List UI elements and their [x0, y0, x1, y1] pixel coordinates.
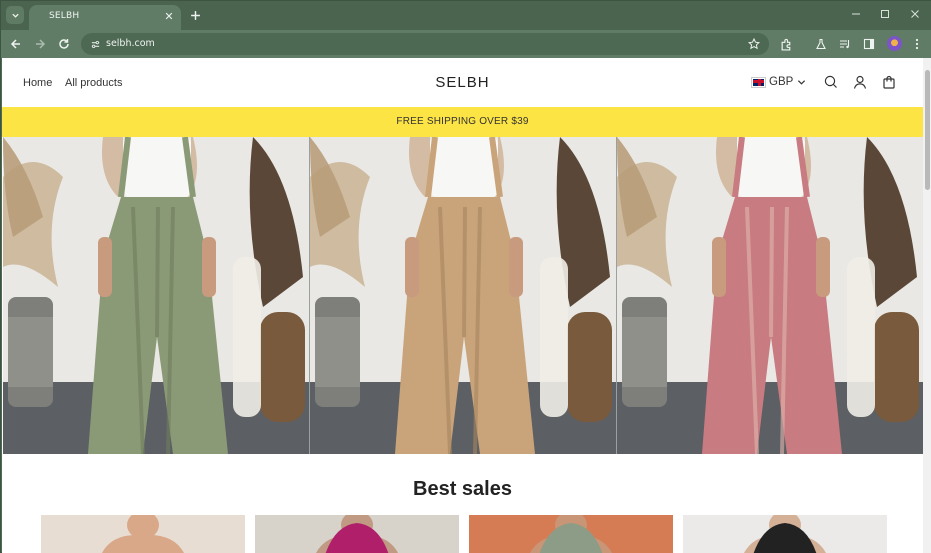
site-info-icon[interactable]	[88, 37, 102, 51]
product-card[interactable]	[41, 515, 245, 553]
page-viewport: Home All products SELBH GBP FREE SHIPPIN…	[2, 58, 923, 553]
more-menu-icon[interactable]	[909, 36, 925, 52]
bookmark-star-icon[interactable]	[746, 36, 761, 51]
plus-icon	[190, 10, 200, 20]
forward-icon[interactable]	[32, 36, 48, 52]
address-bar[interactable]: selbh.com	[81, 33, 769, 55]
site-header: Home All products SELBH GBP	[2, 58, 923, 107]
extensions-icon[interactable]	[778, 36, 794, 52]
reload-icon[interactable]	[56, 36, 72, 52]
search-icon[interactable]	[823, 74, 839, 90]
product-card[interactable]	[255, 515, 459, 553]
profile-avatar-icon[interactable]	[887, 36, 902, 51]
url-text: selbh.com	[106, 38, 155, 49]
hero-image-tan-overalls	[310, 137, 617, 454]
close-tab-icon[interactable]: ✕	[162, 9, 176, 23]
tab-title: SELBH	[49, 11, 80, 21]
minimize-icon[interactable]	[849, 7, 863, 21]
new-tab-button[interactable]	[187, 7, 203, 23]
product-card[interactable]	[683, 515, 887, 553]
hero-image-pink-overalls	[617, 137, 923, 454]
chevron-down-icon	[798, 79, 806, 85]
product-card[interactable]	[469, 515, 673, 553]
best-sales-heading: Best sales	[413, 478, 512, 500]
tab-search-button[interactable]	[6, 6, 24, 24]
page-scrollbar[interactable]	[923, 58, 931, 553]
browser-window: SELBH ✕ selbh.com Home All products SELB…	[0, 0, 931, 553]
maximize-icon[interactable]	[878, 7, 892, 21]
tab-active[interactable]: SELBH ✕	[29, 5, 181, 30]
currency-selector[interactable]: GBP	[751, 76, 806, 88]
tab-strip: SELBH ✕	[1, 1, 931, 30]
back-icon[interactable]	[8, 36, 24, 52]
browser-toolbar: selbh.com	[1, 30, 931, 58]
uk-flag-icon	[751, 76, 766, 88]
currency-label: GBP	[769, 76, 794, 88]
side-panel-icon[interactable]	[861, 36, 877, 52]
hero-banner[interactable]	[3, 137, 923, 454]
account-icon[interactable]	[852, 74, 868, 90]
media-queue-icon[interactable]	[837, 36, 853, 52]
labs-flask-icon[interactable]	[813, 36, 829, 52]
hero-image-sage-overalls	[3, 137, 310, 454]
shipping-banner: FREE SHIPPING OVER $39	[2, 107, 923, 137]
chevron-down-icon	[11, 13, 19, 18]
close-window-icon[interactable]	[908, 7, 922, 21]
cart-icon[interactable]	[881, 74, 897, 90]
scrollbar-thumb[interactable]	[925, 70, 930, 190]
